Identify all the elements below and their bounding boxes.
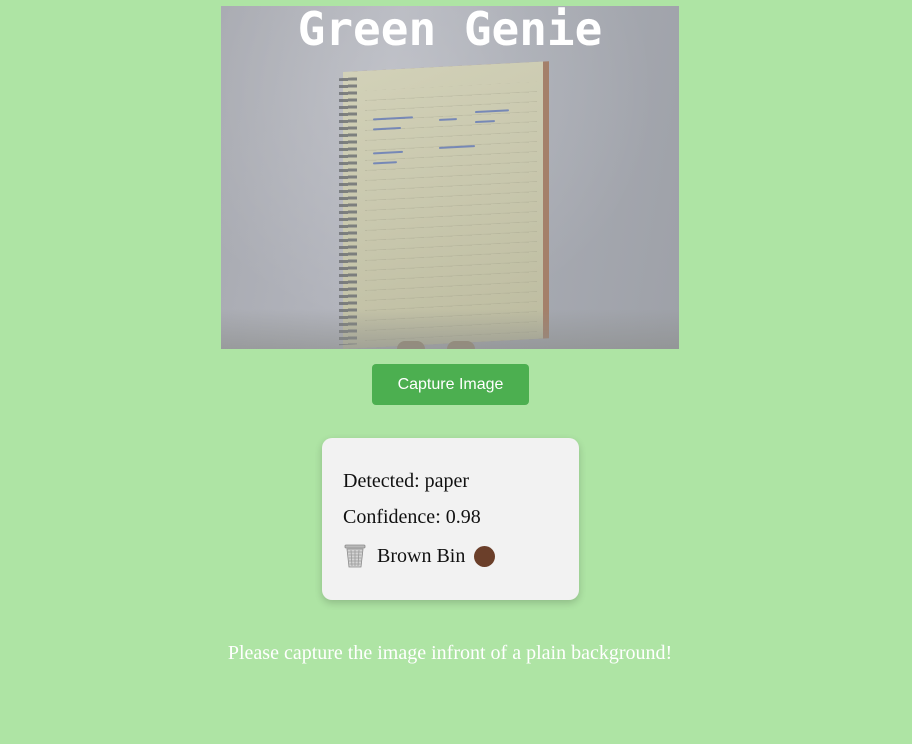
confidence-value: 0.98 bbox=[445, 506, 481, 528]
camera-floor bbox=[221, 309, 679, 349]
result-card: Detected: paper Confidence: 0.98 Brown B… bbox=[322, 438, 579, 600]
bin-color-dot bbox=[474, 545, 496, 567]
notebook-lines bbox=[365, 81, 537, 342]
notebook-in-frame bbox=[339, 61, 543, 349]
detected-value: paper bbox=[424, 470, 470, 492]
detected-row: Detected: paper bbox=[343, 466, 579, 502]
notebook-spiral bbox=[339, 77, 357, 346]
detected-label: Detected: bbox=[343, 470, 420, 492]
app-title-overlay: Green Genie bbox=[297, 6, 603, 56]
confidence-row: Confidence: 0.98 bbox=[343, 502, 579, 538]
confidence-label: Confidence: bbox=[343, 506, 441, 528]
tip-text: Please capture the image infront of a pl… bbox=[227, 642, 673, 664]
camera-feed: Green Genie bbox=[221, 6, 679, 349]
capture-image-button[interactable]: Capture Image bbox=[372, 364, 529, 405]
page: Green Genie Capture Image Detected: pape… bbox=[0, 0, 912, 744]
bin-label: Brown Bin bbox=[377, 544, 466, 567]
bin-row: Brown Bin bbox=[343, 538, 579, 574]
wastebasket-icon bbox=[343, 543, 367, 569]
